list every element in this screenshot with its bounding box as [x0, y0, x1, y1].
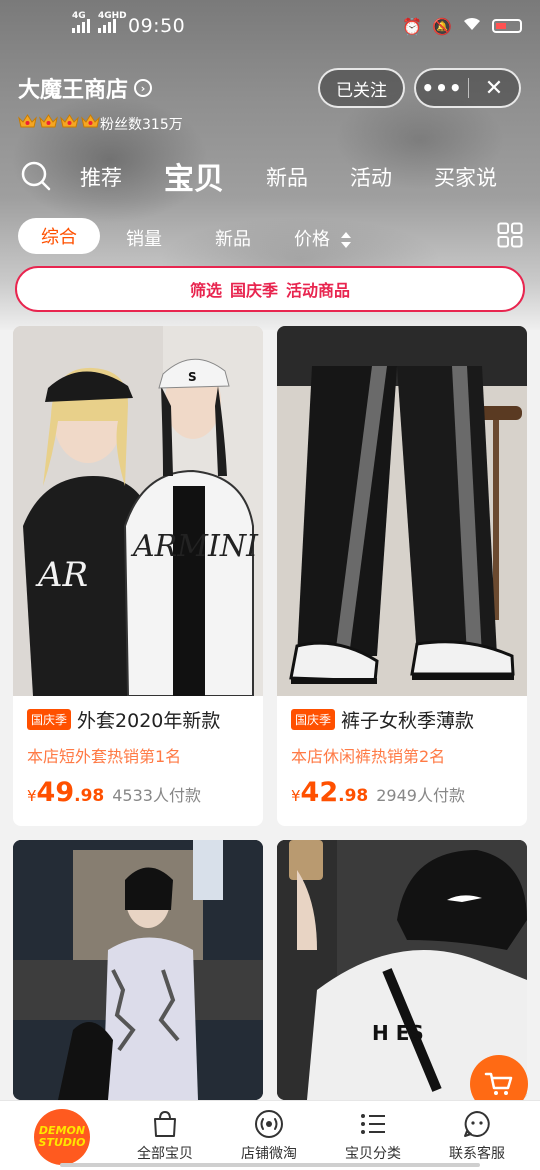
search-icon[interactable]	[20, 160, 52, 192]
product-image[interactable]: AR S ARMINI	[13, 326, 263, 696]
grid-view-icon[interactable]	[497, 222, 523, 248]
battery-icon	[492, 19, 522, 33]
category-list-icon	[361, 1114, 385, 1134]
activity-filter-banner[interactable]: 筛选 国庆季 活动商品	[15, 266, 525, 312]
fans-count: 粉丝数315万	[100, 117, 183, 133]
sold-count: 4533人付款	[112, 786, 201, 805]
product-price: ¥49.98	[27, 777, 105, 808]
promo-tag: 国庆季	[291, 709, 336, 730]
tab-items[interactable]: 宝贝	[164, 154, 224, 198]
more-icon[interactable]: •••	[416, 76, 468, 100]
crown-icon	[60, 113, 79, 129]
nav-categories[interactable]: 宝贝分类	[323, 1109, 423, 1163]
svg-text:H ES: H ES	[372, 1021, 424, 1045]
crown-icon	[81, 113, 100, 129]
product-title: 外套2020年新款	[77, 710, 221, 732]
cart-icon	[484, 1072, 513, 1095]
product-title-row: 国庆季 裤子女秋季薄款	[291, 706, 513, 733]
promo-tag: 国庆季	[27, 709, 72, 730]
tab-new[interactable]: 新品	[266, 162, 308, 192]
shop-name[interactable]: 大魔王商店 ›	[18, 72, 153, 104]
crown-icon	[18, 113, 37, 129]
product-info: 国庆季 外套2020年新款 本店短外套热销第1名 ¥49.98 4533人付款	[13, 696, 263, 826]
status-time: 09:50	[128, 15, 186, 37]
tab-activities[interactable]: 活动	[350, 162, 392, 192]
sort-price[interactable]: 价格	[294, 225, 352, 251]
sort-comprehensive[interactable]: 综合	[18, 218, 100, 254]
bag-icon	[154, 1110, 176, 1137]
sort-sales[interactable]: 销量	[126, 225, 162, 251]
alarm-icon: ⏰	[402, 16, 423, 36]
product-image[interactable]	[277, 326, 527, 696]
mute-icon: 🔕	[432, 16, 452, 36]
nav-customer-service[interactable]: 联系客服	[427, 1109, 527, 1163]
product-rank: 本店休闲裤热销第2名	[291, 747, 446, 766]
product-info: 国庆季 裤子女秋季薄款 本店休闲裤热销第2名 ¥42.98 2949人付款	[277, 696, 527, 826]
bottom-nav: DEMON STUDIO 全部宝贝 店铺微淘 宝贝分类 联系客服	[0, 1100, 540, 1170]
broadcast-icon	[255, 1110, 283, 1138]
svg-text:AR: AR	[35, 555, 88, 595]
tab-reviews[interactable]: 买家说	[434, 162, 497, 192]
product-rank: 本店短外套热销第1名	[27, 747, 182, 766]
shop-logo[interactable]: DEMON STUDIO	[34, 1109, 90, 1165]
tab-recommend[interactable]: 推荐	[80, 162, 122, 192]
product-card[interactable]: AR S ARMINI 国庆季 外套2020年新款 本店短外套热销第1名 ¥49…	[13, 326, 263, 826]
product-title-row: 国庆季 外套2020年新款	[27, 706, 249, 733]
product-card[interactable]: 国庆季 裤子女秋季薄款 本店休闲裤热销第2名 ¥42.98 2949人付款	[277, 326, 527, 826]
product-title: 裤子女秋季薄款	[341, 710, 475, 732]
mini-program-capsule: ••• ✕	[414, 68, 521, 108]
product-price: ¥42.98	[291, 777, 369, 808]
product-image[interactable]	[13, 840, 263, 1100]
chevron-right-icon: ›	[134, 79, 153, 97]
svg-text:S: S	[188, 370, 197, 384]
close-icon[interactable]: ✕	[469, 76, 519, 101]
shop-rating-crowns	[18, 113, 100, 129]
shop-tabs: 推荐 宝贝 新品 活动 买家说	[0, 148, 540, 204]
crown-icon	[39, 113, 58, 129]
signal-icon: 4G	[72, 11, 90, 33]
home-indicator	[60, 1163, 480, 1167]
sort-new[interactable]: 新品	[215, 225, 251, 251]
product-card[interactable]	[13, 840, 263, 1100]
nav-all-items[interactable]: 全部宝贝	[115, 1109, 215, 1163]
wifi-icon	[462, 16, 482, 36]
svg-text:ARMINI: ARMINI	[130, 529, 259, 564]
nav-store-feed[interactable]: 店铺微淘	[219, 1109, 319, 1163]
sort-arrows-icon	[340, 232, 351, 248]
signal-icon-2: 4GHD	[98, 11, 127, 33]
chat-icon	[464, 1111, 490, 1137]
status-bar: 4G 4GHD 09:50 ⏰ 🔕	[0, 0, 540, 52]
follow-button[interactable]: 已关注	[318, 68, 405, 108]
sold-count: 2949人付款	[376, 786, 465, 805]
